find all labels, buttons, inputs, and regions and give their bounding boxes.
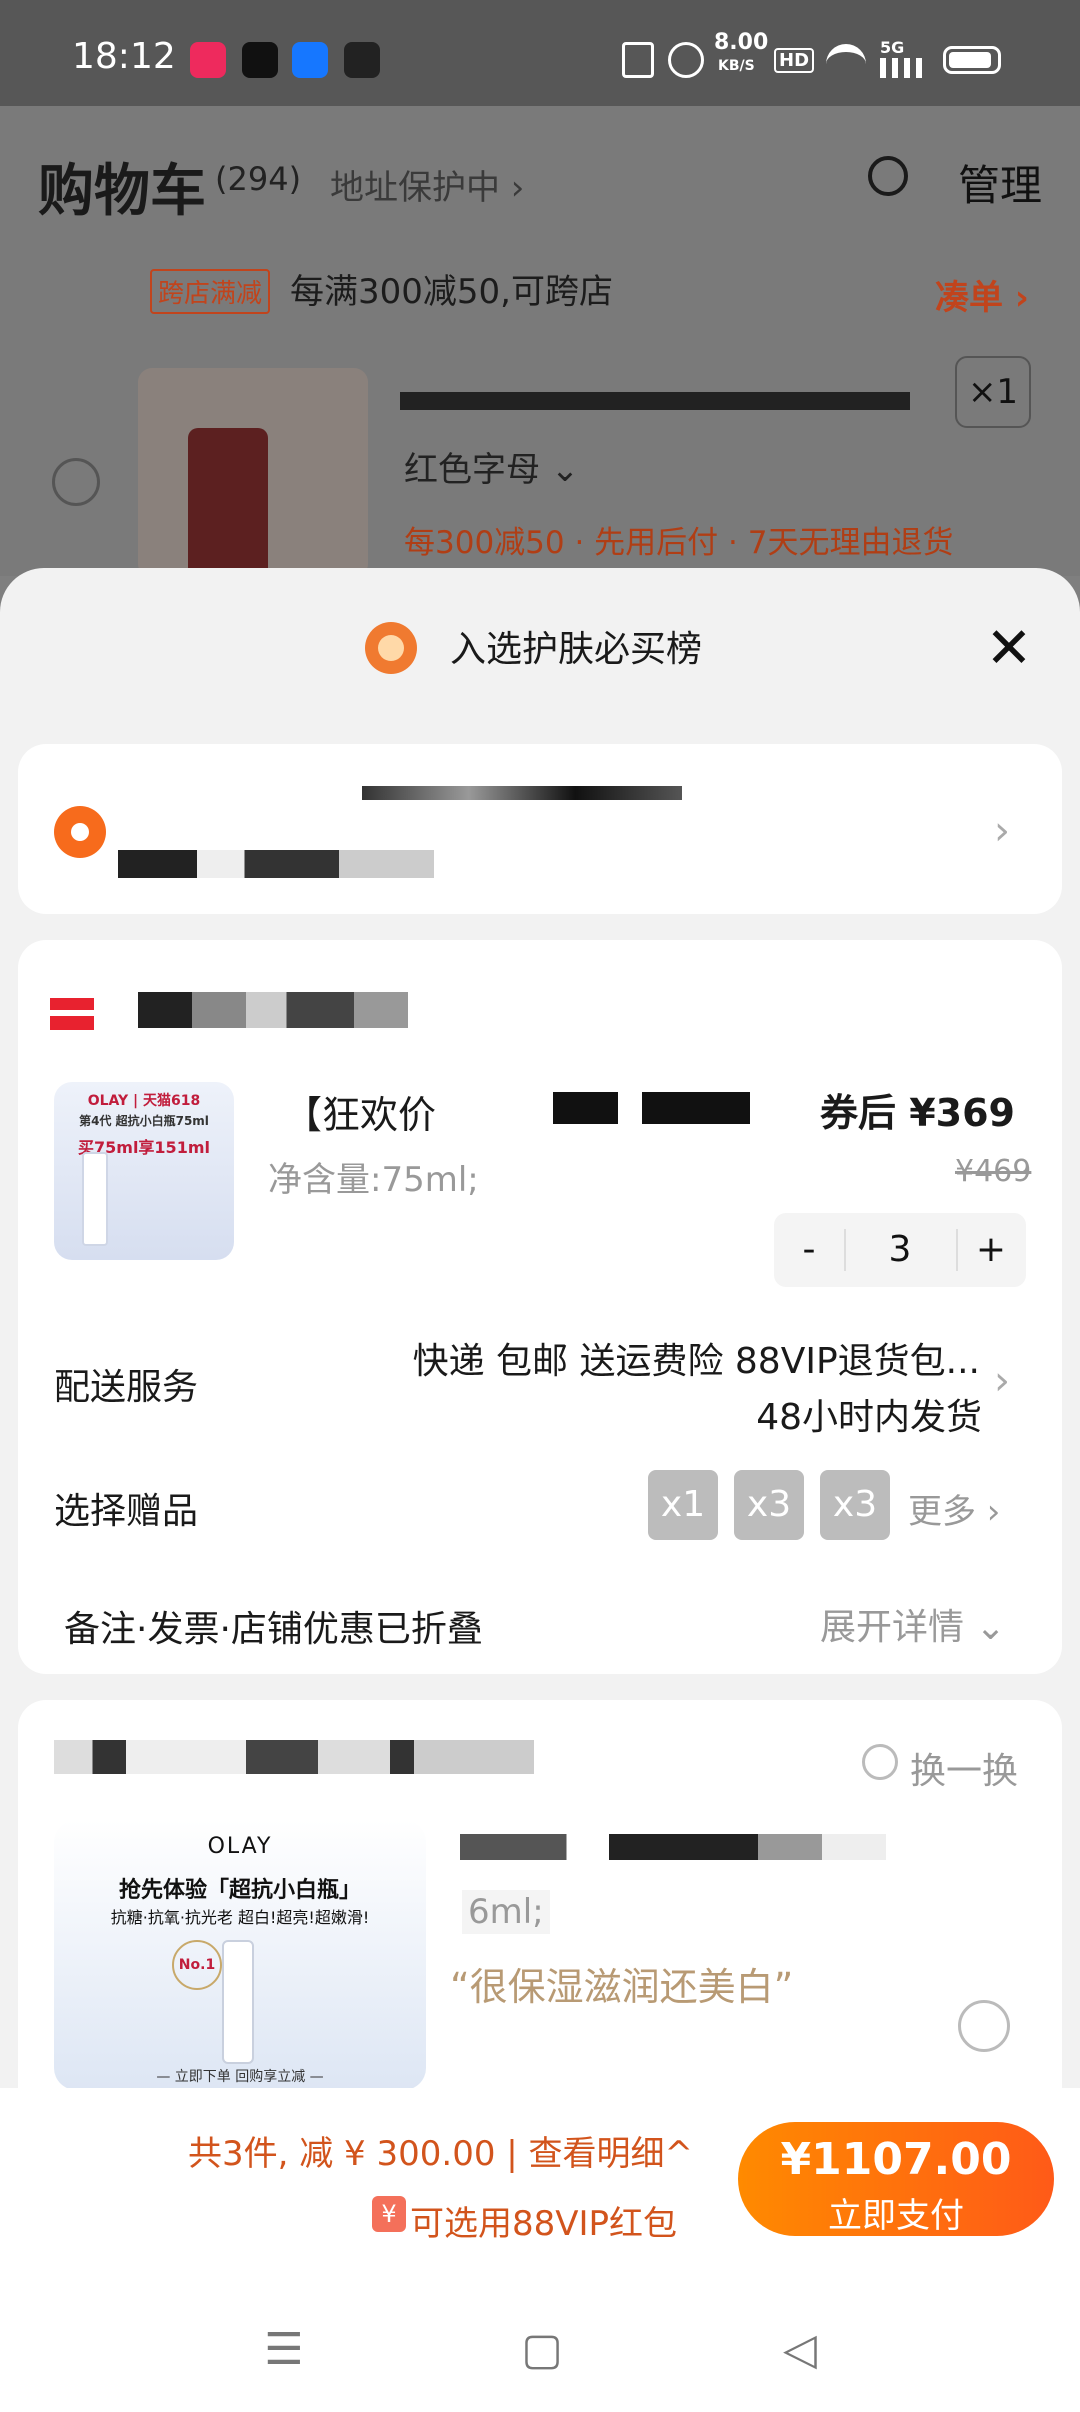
manage-button[interactable]: 管理 bbox=[958, 152, 1042, 213]
product-old-price: ¥469 bbox=[955, 1154, 1032, 1189]
olay-subline: 抗糖·抗氧·抗光老 超白!超亮!超嫩滑! bbox=[110, 1908, 370, 1927]
order-card bbox=[18, 940, 1062, 1674]
shop-name-redacted bbox=[138, 992, 408, 1028]
tiktok-icon bbox=[242, 42, 278, 78]
recipient-redacted bbox=[118, 850, 434, 878]
red-packet-icon: ¥ bbox=[372, 2196, 406, 2232]
product-image-name: 第4代 超抗小白瓶75ml bbox=[79, 1114, 209, 1128]
cart-item-qty[interactable]: ×1 bbox=[955, 356, 1031, 428]
cart-item-title-redacted bbox=[400, 392, 910, 410]
search-icon[interactable] bbox=[868, 156, 908, 196]
refresh-icon[interactable] bbox=[862, 1744, 898, 1780]
alipay-icon bbox=[292, 42, 328, 78]
video-app-icon bbox=[190, 42, 226, 78]
couner-link[interactable]: 凑单 › bbox=[935, 270, 1029, 319]
cart-item-checkbox[interactable] bbox=[52, 458, 100, 506]
network-type: 5G bbox=[880, 38, 905, 57]
delivery-time: 48小时内发货 bbox=[756, 1397, 982, 1438]
product-image-offer: 买75ml享151ml bbox=[78, 1138, 210, 1157]
product-price: 券后 ¥369 bbox=[820, 1091, 1015, 1135]
recommend-quote: “很保湿滋润还美白” bbox=[450, 1965, 794, 2009]
product-spec[interactable]: 净含量:75ml; bbox=[268, 1152, 479, 1201]
gift-item-1[interactable]: x1 bbox=[648, 1470, 718, 1540]
pay-label: 立即支付 bbox=[828, 2196, 964, 2236]
promo-text: 每满300减50,可跨店 bbox=[290, 272, 613, 312]
page-title: 购物车 bbox=[38, 159, 206, 224]
gift-label: 选择赠品 bbox=[54, 1491, 199, 1532]
expand-details-button[interactable]: 展开详情 ⌄ bbox=[820, 1598, 1006, 1650]
sheet-title: 入选护肤必买榜 bbox=[449, 629, 702, 670]
back-icon[interactable]: ◁ bbox=[770, 2320, 830, 2380]
promo-tag: 跨店满减 bbox=[150, 269, 271, 314]
olay-headline: 抢先体验「超抗小白瓶」 bbox=[118, 1878, 361, 1903]
pay-button[interactable]: ¥1107.00 立即支付 bbox=[738, 2122, 1054, 2236]
recommend-spec: 6ml; bbox=[462, 1890, 550, 1934]
olay-badge: No.1 bbox=[172, 1940, 222, 1990]
network-speed: 8.00 bbox=[714, 30, 769, 55]
signal-icon bbox=[880, 58, 926, 78]
alarm-icon bbox=[668, 42, 704, 78]
dewu-icon bbox=[344, 42, 380, 78]
network-speed-unit: KB/S bbox=[718, 58, 755, 74]
product-title-redacted bbox=[510, 1092, 750, 1124]
delivery-chevron-icon[interactable]: › bbox=[994, 1358, 1010, 1404]
nfc-icon bbox=[622, 42, 654, 78]
recent-apps-icon[interactable]: ☰ bbox=[254, 2320, 314, 2380]
recommend-title-redacted bbox=[460, 1834, 886, 1860]
olay-logo: OLAY bbox=[207, 1834, 273, 1859]
quantity-stepper: - 3 + bbox=[774, 1213, 1026, 1287]
product-title[interactable]: 【狂欢价 bbox=[284, 1084, 436, 1139]
minus-button[interactable]: - bbox=[774, 1213, 844, 1287]
gift-item-3[interactable]: x3 bbox=[820, 1470, 890, 1540]
plus-button[interactable]: + bbox=[956, 1213, 1026, 1287]
battery-icon bbox=[943, 46, 1001, 74]
order-summary-link[interactable]: 共3件, 减 ¥ 300.00 | 查看明细^ bbox=[188, 2126, 693, 2175]
hd-icon: HD bbox=[774, 48, 815, 73]
cart-count: (294) bbox=[215, 160, 302, 198]
recommend-checkbox[interactable] bbox=[958, 2000, 1010, 2052]
location-icon bbox=[54, 806, 106, 858]
home-icon[interactable]: ▢ bbox=[512, 2320, 572, 2380]
address-line-redacted bbox=[362, 786, 682, 800]
address-card[interactable] bbox=[18, 744, 1062, 914]
product-image-brand: OLAY | 天猫618 bbox=[87, 1093, 201, 1109]
status-time: 18:12 bbox=[72, 36, 176, 77]
folded-notice: 备注·发票·店铺优惠已折叠 bbox=[64, 1609, 483, 1650]
product-image[interactable]: OLAY | 天猫618 第4代 超抗小白瓶75ml 买75ml享151ml bbox=[54, 1082, 234, 1260]
close-button[interactable]: ✕ bbox=[980, 620, 1038, 678]
gift-more-link[interactable]: 更多 › bbox=[908, 1484, 1000, 1533]
gift-item-2[interactable]: x3 bbox=[734, 1470, 804, 1540]
olay-footer: — 立即下单 回购享立减 — bbox=[156, 2069, 324, 2085]
address-protect-link[interactable]: 地址保护中 › bbox=[330, 160, 524, 209]
delivery-label: 配送服务 bbox=[54, 1367, 199, 1408]
delivery-services[interactable]: 快递 包邮 送运费险 88VIP退货包... bbox=[358, 1332, 980, 1384]
shop-logo-icon bbox=[50, 998, 94, 1030]
cart-item-service: 每300减50 · 先用后付 · 7天无理由退货 bbox=[404, 525, 954, 561]
recommend-product-image[interactable]: OLAY 抢先体验「超抗小白瓶」 抗糖·抗氧·抗光老 超白!超亮!超嫩滑! No… bbox=[54, 1820, 426, 2090]
wifi-icon bbox=[826, 44, 866, 76]
quantity-value[interactable]: 3 bbox=[844, 1213, 956, 1287]
cart-item-variant[interactable]: 红色字母 ⌄ bbox=[404, 442, 579, 491]
pay-amount: ¥1107.00 bbox=[780, 2134, 1012, 2185]
recommend-shop-redacted bbox=[54, 1740, 534, 1774]
address-chevron-icon: › bbox=[994, 808, 1010, 854]
vip-red-packet-link[interactable]: 可选用88VIP红包 bbox=[410, 2196, 677, 2245]
cart-item-image[interactable] bbox=[138, 368, 368, 578]
